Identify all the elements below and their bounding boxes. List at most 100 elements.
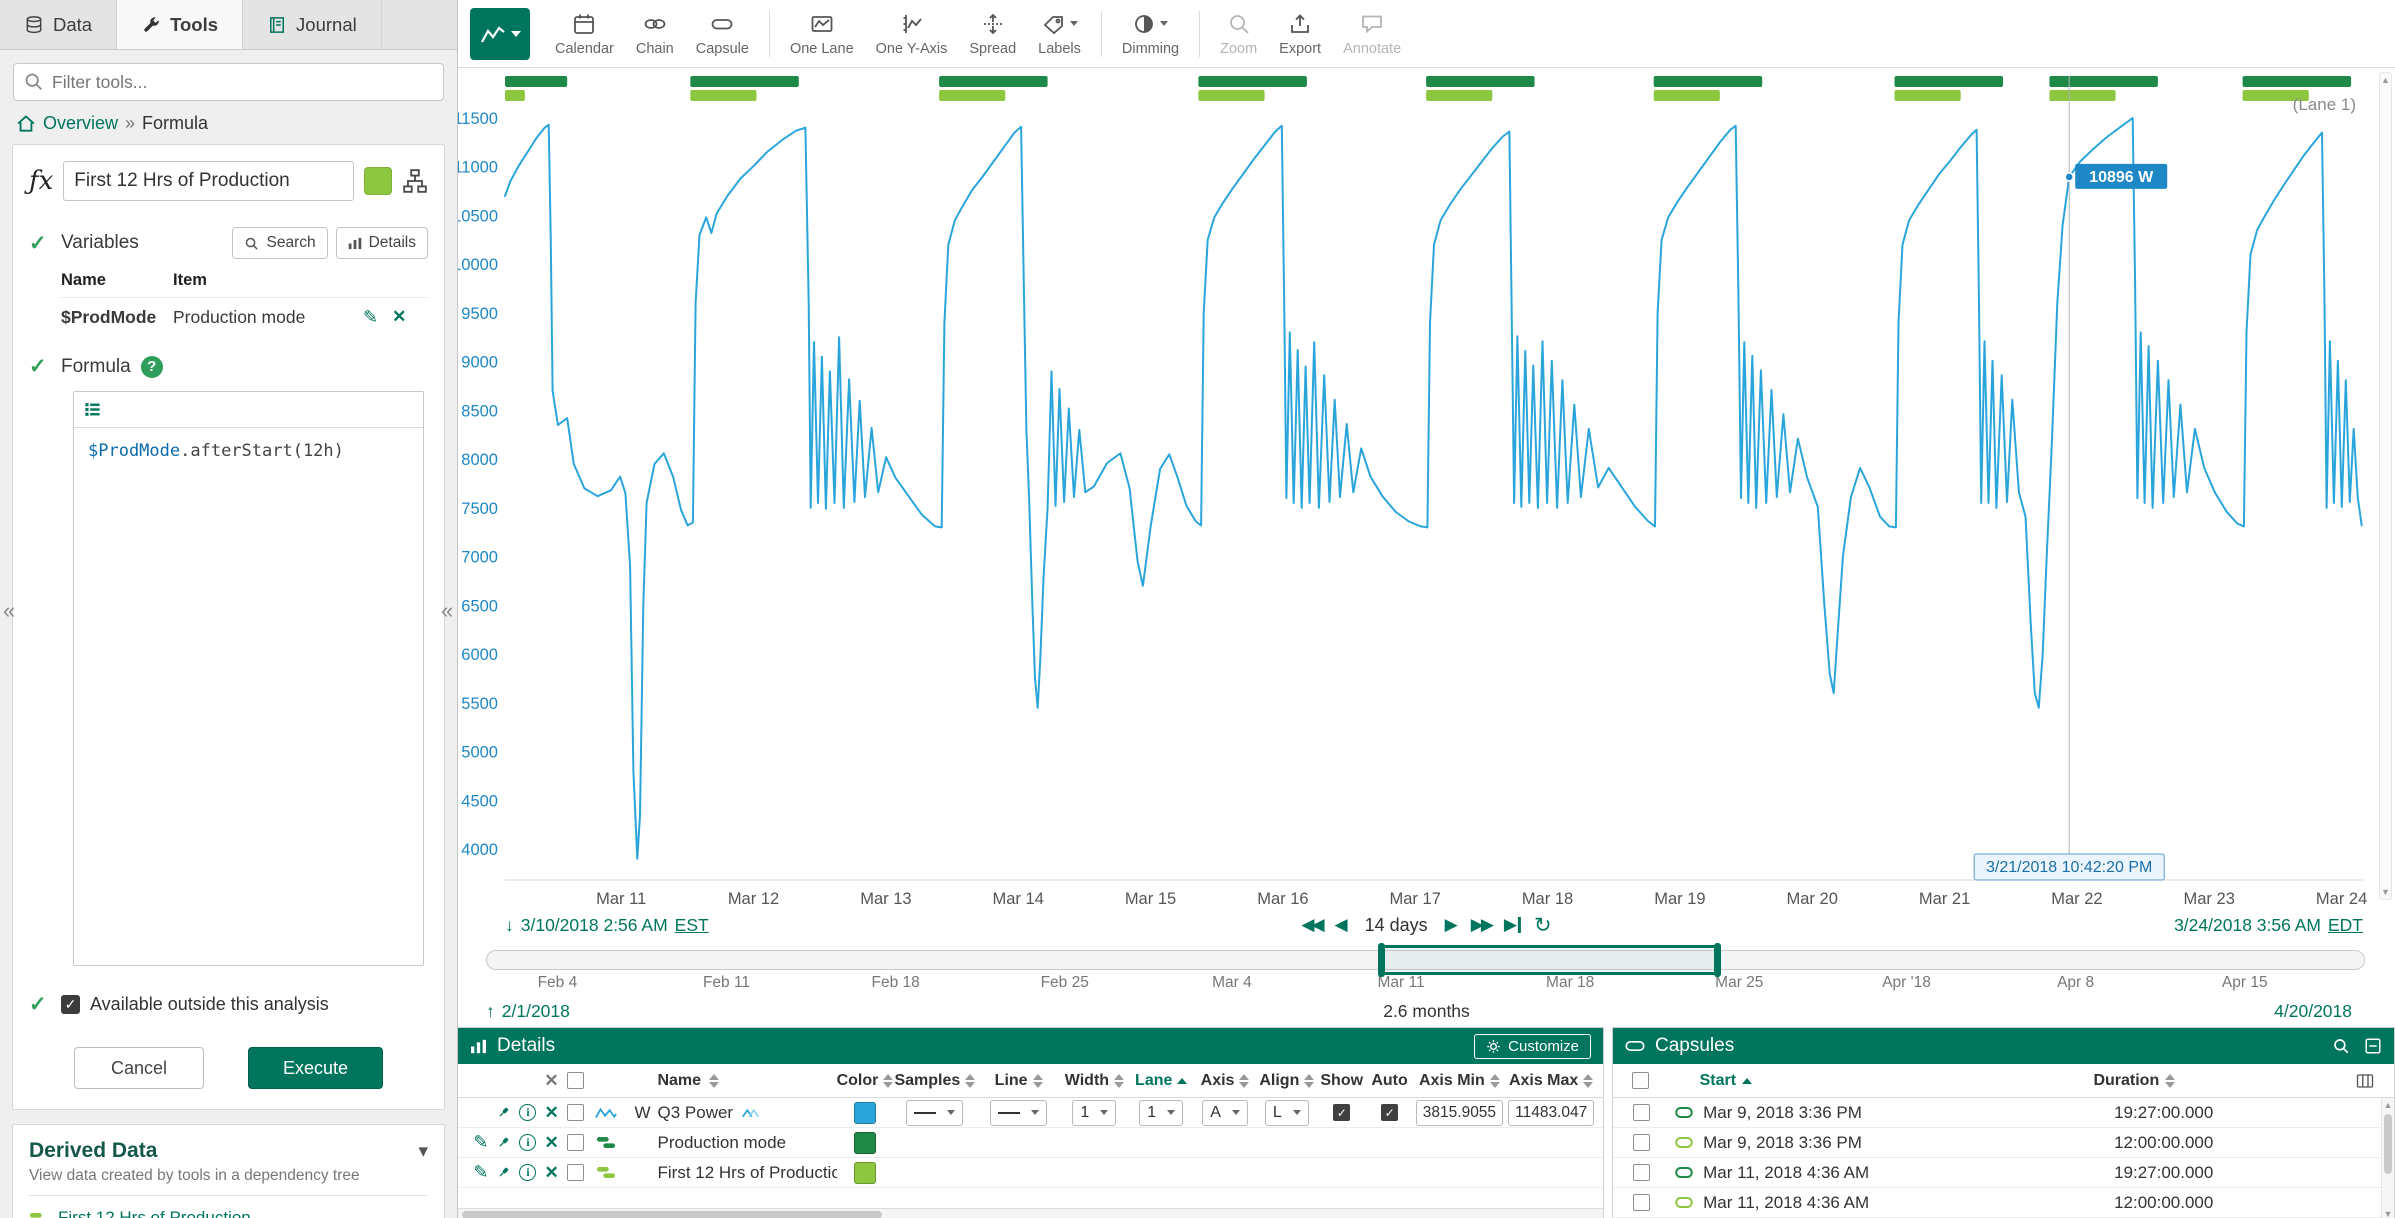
lane-dropdown[interactable]: 1 xyxy=(1139,1100,1183,1126)
pin-icon[interactable] xyxy=(496,1135,511,1150)
collapse-sidebar-handle[interactable]: « xyxy=(441,598,453,624)
list-icon[interactable] xyxy=(83,400,102,419)
pin-icon[interactable] xyxy=(496,1105,511,1120)
customize-button[interactable]: Customize xyxy=(1474,1034,1591,1059)
step-to-end-button[interactable]: ▶ xyxy=(1504,915,1521,935)
investigate-range-end[interactable]: 4/20/2018 xyxy=(2274,1001,2352,1022)
color-swatch[interactable] xyxy=(854,1102,876,1124)
view-mode-button[interactable] xyxy=(470,8,530,60)
col-header-line[interactable]: Line xyxy=(977,1072,1061,1090)
lane-scrollbar[interactable]: ▲▼ xyxy=(2379,72,2392,900)
column-selector-icon[interactable] xyxy=(2356,1073,2374,1089)
color-swatch-button[interactable] xyxy=(364,167,392,195)
cancel-button[interactable]: Cancel xyxy=(74,1047,204,1089)
details-row-production-mode[interactable]: ✎ i ✕ Production mode xyxy=(458,1128,1603,1158)
condition-name[interactable]: First 12 Hrs of Production xyxy=(658,1163,838,1183)
home-icon[interactable] xyxy=(16,114,36,134)
edit-icon[interactable]: ✎ xyxy=(473,1162,488,1183)
remove-icon[interactable]: ✕ xyxy=(544,1103,558,1123)
formula-code[interactable]: $ProdMode.afterStart(12h) xyxy=(74,428,423,474)
edit-icon[interactable]: ✎ xyxy=(473,1132,488,1153)
breadcrumb-overview-link[interactable]: Overview xyxy=(43,113,118,134)
toolbar-dimming-button[interactable]: Dimming xyxy=(1111,6,1190,62)
col-header-axis-min[interactable]: Axis Min xyxy=(1414,1072,1506,1090)
vertical-scrollbar[interactable]: ▲▼ xyxy=(2381,1098,2394,1218)
formula-editor[interactable]: $ProdMode.afterStart(12h) xyxy=(73,391,424,966)
duration-label[interactable]: 14 days xyxy=(1365,915,1428,936)
toolbar-capsule-button[interactable]: Capsule xyxy=(685,6,760,62)
select-all-checkbox[interactable] xyxy=(567,1072,584,1089)
col-header-duration[interactable]: Duration xyxy=(2093,1072,2356,1090)
step-back-half-button[interactable]: ◀ xyxy=(1335,915,1348,935)
compare-icon[interactable] xyxy=(741,1106,761,1120)
axis-dropdown[interactable]: A xyxy=(1202,1100,1248,1126)
toolbar-labels-button[interactable]: Labels xyxy=(1027,6,1092,62)
variables-search-button[interactable]: Search xyxy=(232,227,327,259)
auto-checkbox[interactable] xyxy=(1381,1104,1398,1121)
toolbar-spread-button[interactable]: Spread xyxy=(958,6,1027,62)
collapse-panel-handle[interactable]: « xyxy=(3,598,15,624)
toolbar-export-button[interactable]: Export xyxy=(1268,6,1332,62)
row-checkbox[interactable] xyxy=(567,1134,584,1151)
capsule-row[interactable]: Mar 11, 2018 4:36 AM 19:27:00.000 xyxy=(1613,1158,2394,1188)
col-header-auto[interactable]: Auto xyxy=(1366,1072,1414,1090)
derived-item-link[interactable]: First 12 Hrs of Production xyxy=(58,1208,251,1218)
filter-tools-input[interactable] xyxy=(13,63,444,101)
investigate-range-start[interactable]: 2/1/2018 xyxy=(502,1001,570,1022)
axis-max-input[interactable]: 11483.047 xyxy=(1508,1100,1594,1126)
toolbar-chain-button[interactable]: Chain xyxy=(625,6,685,62)
pin-icon[interactable] xyxy=(496,1165,511,1180)
align-dropdown[interactable]: L xyxy=(1265,1100,1309,1126)
formula-name-input[interactable] xyxy=(63,161,354,201)
scroll-up-icon[interactable]: ▲ xyxy=(2381,75,2390,85)
extend-range-left-icon[interactable]: ↓ xyxy=(505,915,514,936)
dependencies-icon[interactable] xyxy=(402,168,428,194)
scroll-down-icon[interactable]: ▼ xyxy=(2384,1209,2393,1218)
samples-style-dropdown[interactable] xyxy=(906,1100,963,1126)
formula-help-icon[interactable]: ? xyxy=(141,356,163,378)
scroll-down-icon[interactable]: ▼ xyxy=(2381,887,2390,897)
col-header-samples[interactable]: Samples xyxy=(893,1072,977,1090)
signal-name[interactable]: Q3 Power xyxy=(658,1103,734,1123)
step-forward-half-button[interactable]: ▶ xyxy=(1445,915,1458,935)
condition-name[interactable]: Production mode xyxy=(658,1133,787,1153)
capsule-checkbox[interactable] xyxy=(1633,1194,1650,1211)
display-range-end[interactable]: 3/24/2018 3:56 AM xyxy=(2174,915,2321,936)
toolbar-one-lane-button[interactable]: One Lane xyxy=(779,6,865,62)
color-swatch[interactable] xyxy=(854,1162,876,1184)
remove-variable-icon[interactable]: ✕ xyxy=(392,307,406,328)
execute-button[interactable]: Execute xyxy=(248,1047,383,1089)
details-row-first-12-hrs[interactable]: ✎ i ✕ First 12 Hrs of Production xyxy=(458,1158,1603,1188)
info-icon[interactable]: i xyxy=(519,1134,536,1151)
variables-details-button[interactable]: Details xyxy=(336,227,428,259)
line-width-dropdown[interactable]: 1 xyxy=(1072,1100,1116,1126)
edit-variable-icon[interactable]: ✎ xyxy=(363,307,378,328)
col-header-lane[interactable]: Lane xyxy=(1128,1072,1194,1090)
remove-all-icon[interactable]: ✕ xyxy=(544,1071,558,1091)
info-icon[interactable]: i xyxy=(519,1164,536,1181)
col-header-show[interactable]: Show xyxy=(1318,1072,1366,1090)
timezone-start[interactable]: EST xyxy=(675,915,709,936)
zoom-to-capsule-icon[interactable] xyxy=(2332,1037,2350,1055)
toolbar-calendar-button[interactable]: Calendar xyxy=(544,6,625,62)
display-range-start[interactable]: 3/10/2018 2:56 AM xyxy=(521,915,668,936)
capsule-checkbox[interactable] xyxy=(1633,1104,1650,1121)
horizontal-scrollbar[interactable] xyxy=(458,1208,1603,1218)
col-header-width[interactable]: Width xyxy=(1061,1072,1129,1090)
tab-tools[interactable]: Tools xyxy=(117,0,243,49)
col-header-color[interactable]: Color xyxy=(837,1072,893,1090)
capsule-checkbox[interactable] xyxy=(1633,1164,1650,1181)
tab-journal[interactable]: Journal xyxy=(243,0,382,49)
chevron-down-icon[interactable]: ▾ xyxy=(418,1140,428,1163)
remove-icon[interactable]: ✕ xyxy=(544,1163,558,1183)
axis-min-input[interactable]: 3815.9055 xyxy=(1416,1100,1503,1126)
select-all-capsules-checkbox[interactable] xyxy=(1632,1072,1649,1089)
capsule-checkbox[interactable] xyxy=(1633,1134,1650,1151)
remove-icon[interactable]: ✕ xyxy=(544,1133,558,1153)
line-style-dropdown[interactable] xyxy=(990,1100,1047,1126)
capsule-row[interactable]: Mar 11, 2018 4:36 AM 12:00:00.000 xyxy=(1613,1188,2394,1218)
refresh-icon[interactable]: ↻ xyxy=(1534,913,1552,938)
details-row-q3-power[interactable]: i ✕ W Q3 Power 1 1 A L 3815.9055 xyxy=(458,1098,1603,1128)
timezone-end[interactable]: EDT xyxy=(2328,915,2363,936)
row-checkbox[interactable] xyxy=(567,1104,584,1121)
